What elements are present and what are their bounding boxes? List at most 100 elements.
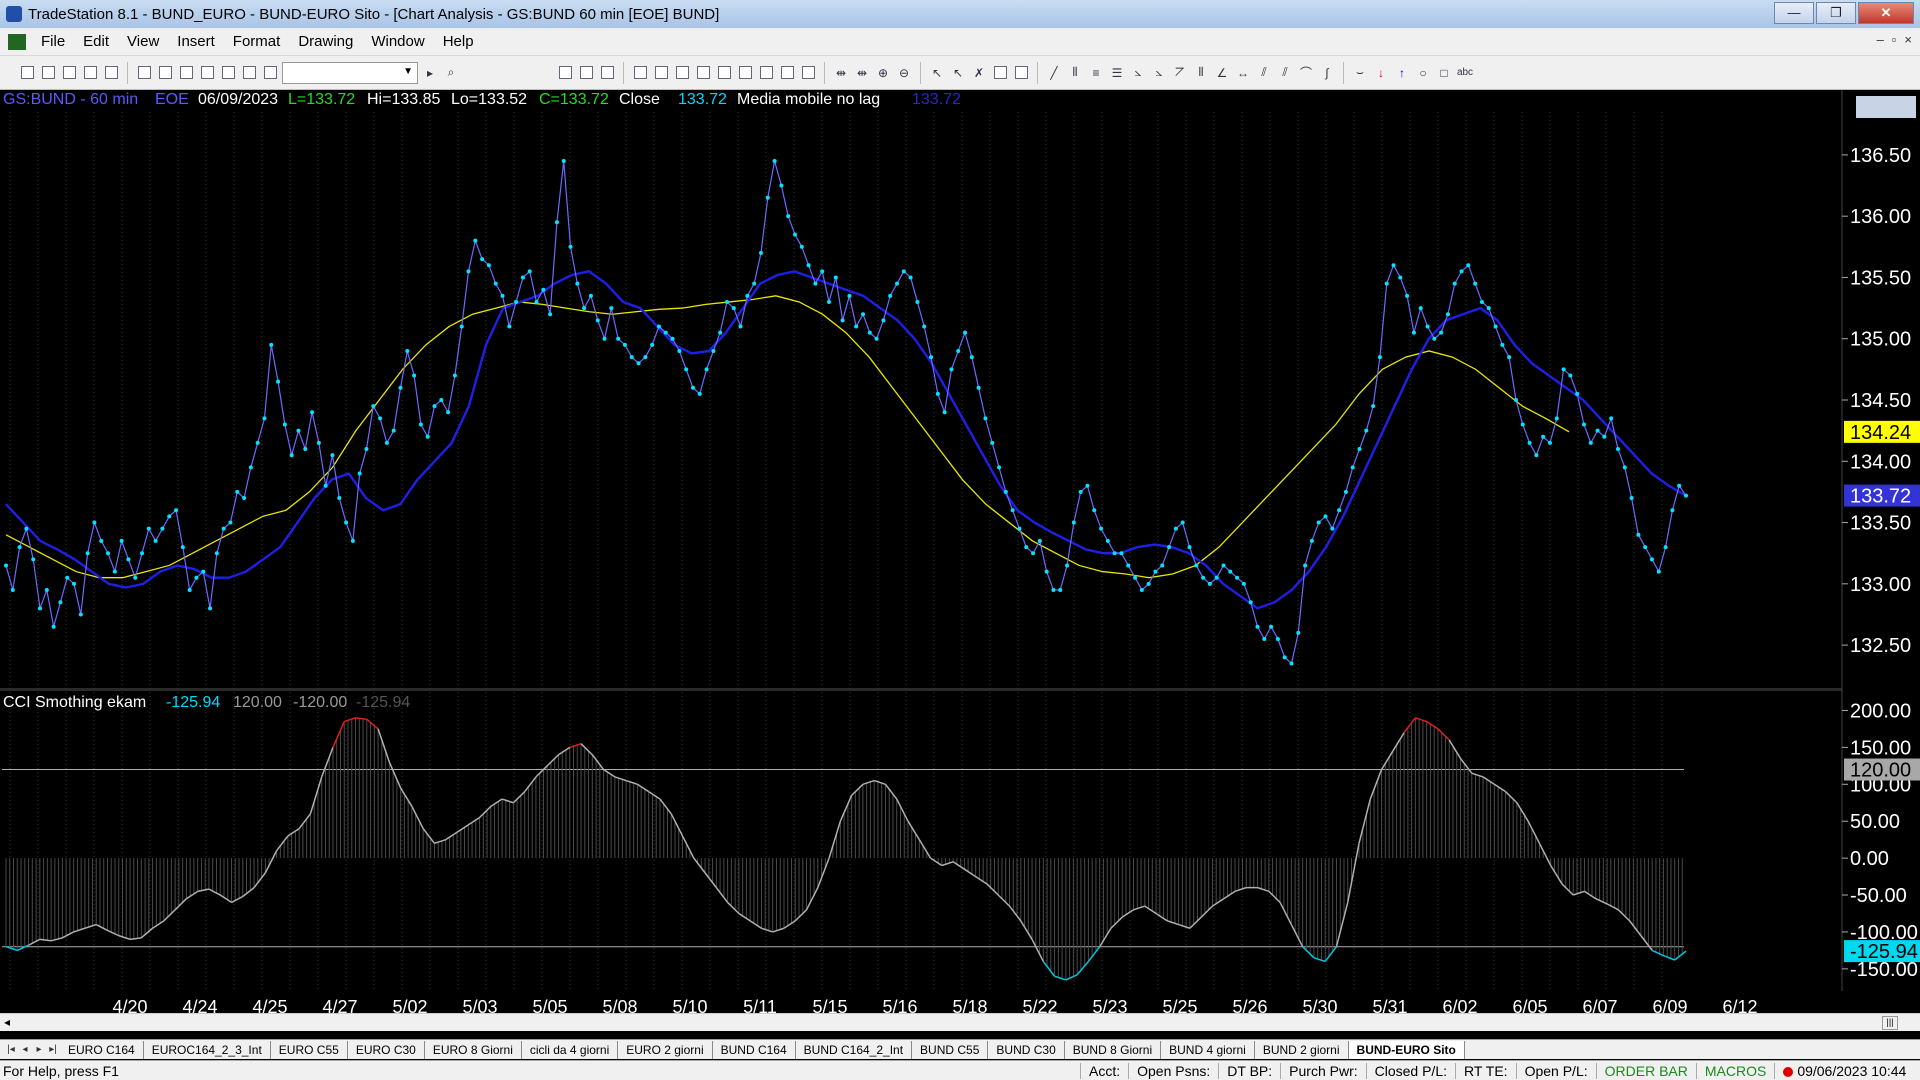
channel-icon[interactable]: ⫽ xyxy=(1255,64,1273,82)
maximize-button[interactable]: ❐ xyxy=(1816,2,1856,24)
print-icon[interactable] xyxy=(135,64,153,82)
curve-icon[interactable]: ⌣ xyxy=(1351,64,1369,82)
chart-tool-5-icon[interactable] xyxy=(652,64,670,82)
scroll-grip[interactable]: ||| xyxy=(1882,1016,1898,1030)
tab-bund-c164-2-int[interactable]: BUND C164_2_Int xyxy=(796,1040,913,1059)
workspace-select[interactable] xyxy=(282,61,418,84)
tab-euro-c164[interactable]: EURO C164 xyxy=(60,1040,144,1059)
scroll-left-button[interactable]: ◂ xyxy=(4,1015,10,1029)
text-icon[interactable]: abc xyxy=(1456,64,1474,82)
mdi-restore-button[interactable]: ▫ xyxy=(1892,32,1897,47)
ellipse-icon[interactable]: ○ xyxy=(1414,64,1432,82)
chart-tool-2-icon[interactable] xyxy=(577,64,595,82)
horizontal-scrollbar[interactable]: ◂ ||| xyxy=(0,1013,1920,1031)
freehand-icon[interactable]: ∫ xyxy=(1318,64,1336,82)
tab-euro-2-giorni[interactable]: EURO 2 giorni xyxy=(618,1040,713,1059)
tab-euroc164-2-3-int[interactable]: EUROC164_2_3_Int xyxy=(144,1040,271,1059)
cci-line-segment xyxy=(1584,890,1597,900)
arrow-up-icon[interactable]: ↑ xyxy=(1393,64,1411,82)
tab-bund-c55[interactable]: BUND C55 xyxy=(912,1040,989,1059)
gann-fan-icon[interactable]: ⦣ xyxy=(1150,64,1168,82)
bar-spacing-icon[interactable]: ⇹ xyxy=(832,64,850,82)
regression-icon[interactable]: ⦢ xyxy=(1171,64,1189,82)
menu-drawing[interactable]: Drawing xyxy=(289,33,362,50)
save-icon[interactable] xyxy=(102,64,120,82)
chart-analysis-window[interactable]: 136.50 136.00 135.50 135.00 134.50 134.00 133.… xyxy=(0,90,1920,1013)
menu-window[interactable]: Window xyxy=(362,33,433,50)
chart-tool-1-icon[interactable] xyxy=(556,64,574,82)
data-window-icon[interactable] xyxy=(991,64,1009,82)
chart-tool-7-icon[interactable] xyxy=(694,64,712,82)
chart-canvas[interactable]: 136.50 136.00 135.50 135.00 134.50 134.00 133.… xyxy=(0,90,1920,1013)
menu-help[interactable]: Help xyxy=(434,33,483,50)
tab-bund-2-giorni[interactable]: BUND 2 giorni xyxy=(1255,1040,1349,1059)
chart-window-icon[interactable] xyxy=(8,33,26,50)
macros-button[interactable]: MACROS xyxy=(1695,1062,1774,1079)
mdi-close-button[interactable]: × xyxy=(1904,32,1912,47)
tab-last-button[interactable]: ▸| xyxy=(46,1044,60,1055)
globe-icon[interactable] xyxy=(261,64,279,82)
close-button[interactable]: ✕ xyxy=(1858,2,1914,24)
zoom-in-icon[interactable]: ⊕ xyxy=(874,64,892,82)
time-cycle-icon[interactable]: ⦀ xyxy=(1192,64,1210,82)
angle-icon[interactable]: ∠ xyxy=(1213,64,1231,82)
chart-tool-9-icon[interactable] xyxy=(736,64,754,82)
copy-icon[interactable] xyxy=(60,64,78,82)
bar-spacing2-icon[interactable]: ⇹ xyxy=(853,64,871,82)
zoom-out-icon[interactable]: ⊖ xyxy=(895,64,913,82)
tab-cicli-4-giorni[interactable]: cicli da 4 giorni xyxy=(522,1040,619,1059)
minimize-button[interactable]: — xyxy=(1774,2,1814,24)
fib-icon[interactable]: ☰ xyxy=(1108,64,1126,82)
menu-view[interactable]: View xyxy=(118,33,168,50)
menu-format[interactable]: Format xyxy=(224,33,290,50)
tab-euro-c55[interactable]: EURO C55 xyxy=(271,1040,348,1059)
arrow-right-icon[interactable]: ▸ xyxy=(421,64,439,82)
arrows-horizontal-icon[interactable]: ↔ xyxy=(1234,64,1252,82)
tab-bund-8-giorni[interactable]: BUND 8 Giorni xyxy=(1065,1040,1162,1059)
arc-icon[interactable]: ⌒ xyxy=(1297,64,1315,82)
tab-euro-c30[interactable]: EURO C30 xyxy=(348,1040,425,1059)
chart-tool-11-icon[interactable] xyxy=(778,64,796,82)
new-icon[interactable] xyxy=(18,64,36,82)
tab-bund-euro-sito[interactable]: BUND-EURO Sito xyxy=(1348,1040,1465,1059)
chart-tool-3-icon[interactable] xyxy=(598,64,616,82)
price-point xyxy=(813,281,818,286)
mdi-minimize-button[interactable]: – xyxy=(1877,32,1884,47)
price-point xyxy=(1513,398,1518,402)
tab-euro-8-giorni[interactable]: EURO 8 Giorni xyxy=(425,1040,522,1059)
menu-file[interactable]: File xyxy=(32,33,74,50)
tools-icon[interactable]: ✗ xyxy=(970,64,988,82)
speed-lines-icon[interactable]: ⦣ xyxy=(1129,64,1147,82)
window-icon[interactable] xyxy=(177,64,195,82)
rectangle-icon[interactable]: □ xyxy=(1435,64,1453,82)
format-icon[interactable] xyxy=(240,64,258,82)
pointer-plus-icon[interactable]: ↖ xyxy=(949,64,967,82)
tab-bund-4-giorni[interactable]: BUND 4 giorni xyxy=(1161,1040,1255,1059)
arrow-down-icon[interactable]: ↓ xyxy=(1372,64,1390,82)
chart-tool-6-icon[interactable] xyxy=(673,64,691,82)
paste-icon[interactable] xyxy=(81,64,99,82)
vertical-lines-icon[interactable]: ⦀ xyxy=(1066,64,1084,82)
zoom-find-icon[interactable]: ⌕ xyxy=(442,64,460,82)
stop-icon[interactable] xyxy=(1012,64,1030,82)
chart-tool-4-icon[interactable] xyxy=(631,64,649,82)
horizontal-lines-icon[interactable]: ≡ xyxy=(1087,64,1105,82)
chart-tool-8-icon[interactable] xyxy=(715,64,733,82)
menu-insert[interactable]: Insert xyxy=(168,33,224,50)
chart-tool-10-icon[interactable] xyxy=(757,64,775,82)
tab-bund-c30[interactable]: BUND C30 xyxy=(988,1040,1065,1059)
pointer-icon[interactable]: ↖ xyxy=(928,64,946,82)
open-icon[interactable] xyxy=(39,64,57,82)
lock-icon[interactable] xyxy=(219,64,237,82)
print-preview-icon[interactable] xyxy=(156,64,174,82)
tab-bund-c164[interactable]: BUND C164 xyxy=(713,1040,796,1059)
order-bar-button[interactable]: ORDER BAR xyxy=(1595,1062,1696,1079)
menu-edit[interactable]: Edit xyxy=(74,33,118,50)
andrews-icon[interactable]: ⫽ xyxy=(1276,64,1294,82)
window2-icon[interactable] xyxy=(198,64,216,82)
trendline-icon[interactable]: ╱ xyxy=(1045,64,1063,82)
chart-tool-12-icon[interactable] xyxy=(799,64,817,82)
tab-prev-button[interactable]: ◂ xyxy=(18,1044,32,1055)
tab-next-button[interactable]: ▸ xyxy=(32,1044,46,1055)
tab-first-button[interactable]: |◂ xyxy=(4,1044,18,1055)
